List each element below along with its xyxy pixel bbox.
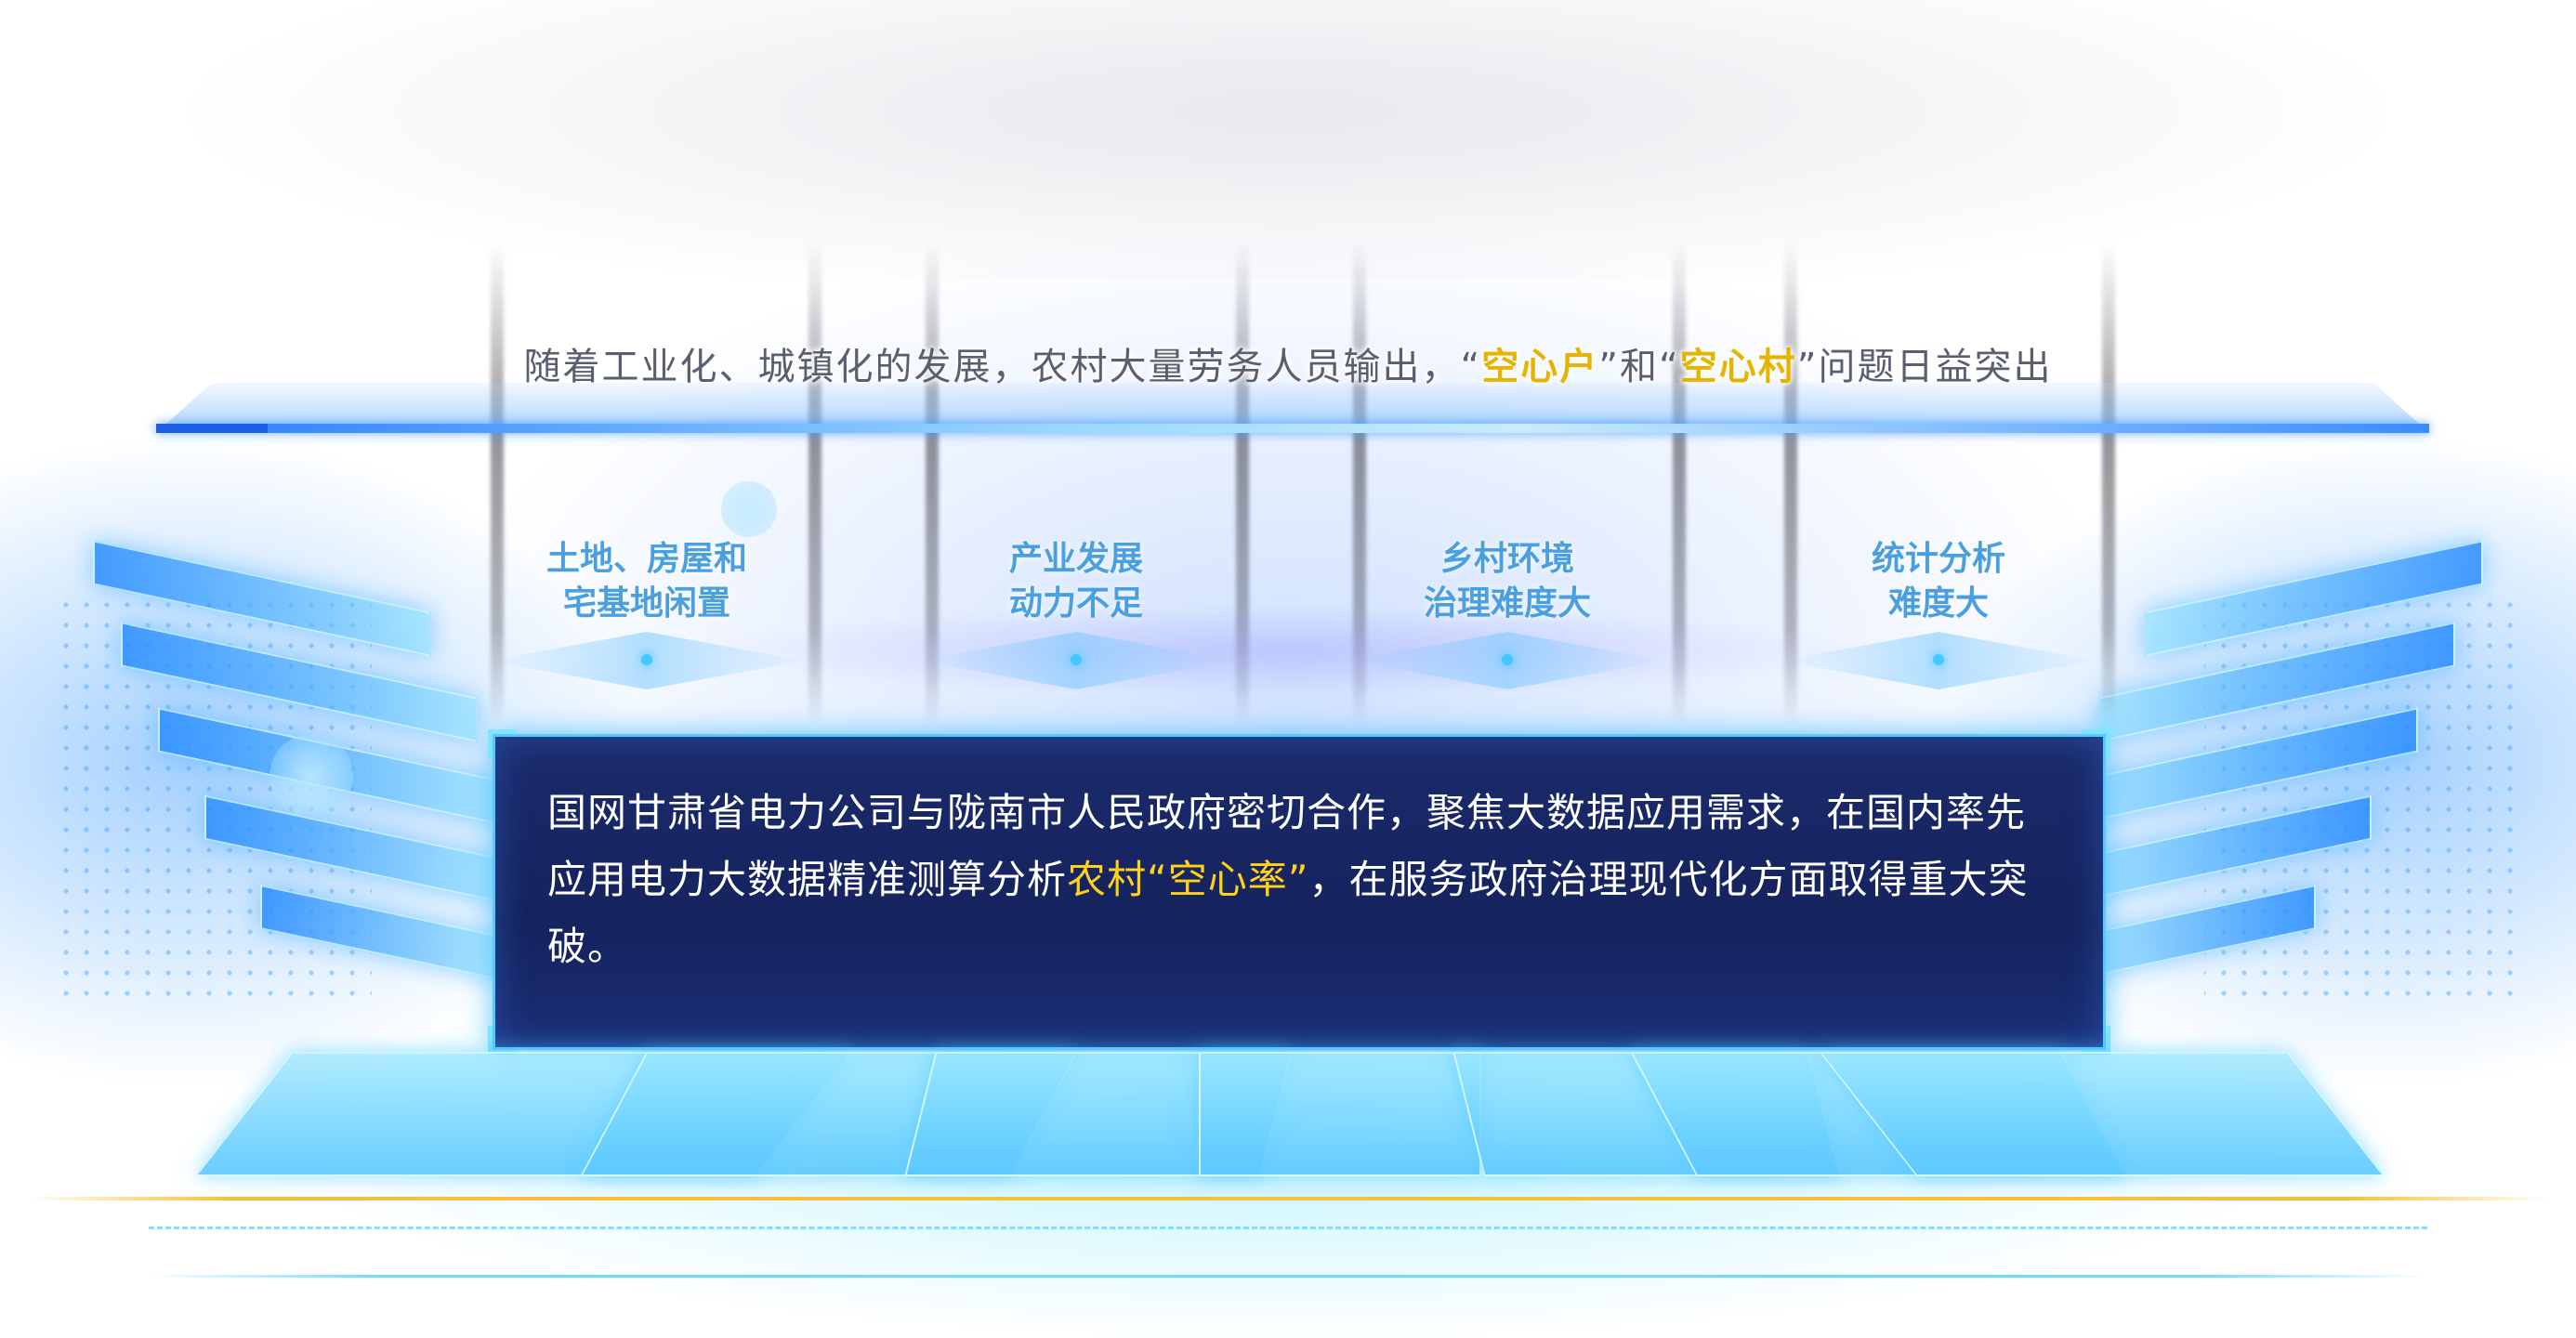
header-text: 随着工业化、城镇化的发展，农村大量劳务人员输出，“空心户”和“空心村”问题日益突… bbox=[523, 346, 2053, 388]
issue-line: 治理难度大 bbox=[1423, 584, 1591, 623]
floor-gold-line bbox=[28, 1197, 2548, 1200]
issue-line: 难度大 bbox=[1887, 584, 1989, 623]
panel-corner bbox=[488, 729, 517, 758]
floor-tile bbox=[1819, 1052, 2385, 1176]
floor-dashed-line bbox=[149, 1226, 2427, 1229]
issue-line: 乡村环境 bbox=[1439, 540, 1574, 578]
issue-dot bbox=[1502, 654, 1513, 665]
header-line bbox=[156, 424, 2429, 433]
issue-line: 动力不足 bbox=[1008, 584, 1143, 623]
main-panel: 国网甘肃省电力公司与陇南市人民政府密切合作，聚焦大数据应用需求，在国内率先应用电… bbox=[488, 729, 2110, 1055]
light-orb bbox=[269, 734, 353, 818]
issue-line: 土地、房屋和 bbox=[545, 540, 747, 578]
infographic-stage: 随着工业化、城镇化的发展，农村大量劳务人员输出，“空心户”和“空心村”问题日益突… bbox=[0, 0, 2576, 1338]
panel-text: 国网甘肃省电力公司与陇南市人民政府密切合作，聚焦大数据应用需求，在国内率先应用电… bbox=[547, 790, 2029, 969]
issue-line: 统计分析 bbox=[1871, 540, 2005, 578]
floor bbox=[0, 1041, 2576, 1338]
issue-industry: 产业发展 动力不足 bbox=[937, 537, 1216, 626]
highlight-kongxincun: 空心村 bbox=[1679, 346, 1797, 388]
issue-statistics: 统计分析 难度大 bbox=[1799, 537, 2078, 626]
issue-land-housing: 土地、房屋和 宅基地闲置 bbox=[507, 537, 786, 626]
top-haze bbox=[0, 0, 2576, 279]
header-accent bbox=[156, 424, 268, 433]
highlight-kongxinlv: 农村“空心率” bbox=[1067, 857, 1309, 902]
issue-environment: 乡村环境 治理难度大 bbox=[1368, 537, 1647, 626]
issue-line: 产业发展 bbox=[1008, 540, 1143, 578]
highlight-kongxinhu: 空心户 bbox=[1481, 346, 1599, 388]
issue-dot bbox=[641, 654, 652, 665]
panel-corner bbox=[2082, 729, 2110, 758]
issue-dot bbox=[1933, 654, 1944, 665]
light-orb bbox=[721, 481, 777, 537]
issue-line: 宅基地闲置 bbox=[562, 584, 730, 623]
floor-blue-line bbox=[149, 1275, 2427, 1278]
floor-tile bbox=[1199, 1052, 1481, 1176]
issue-dot bbox=[1071, 654, 1082, 665]
